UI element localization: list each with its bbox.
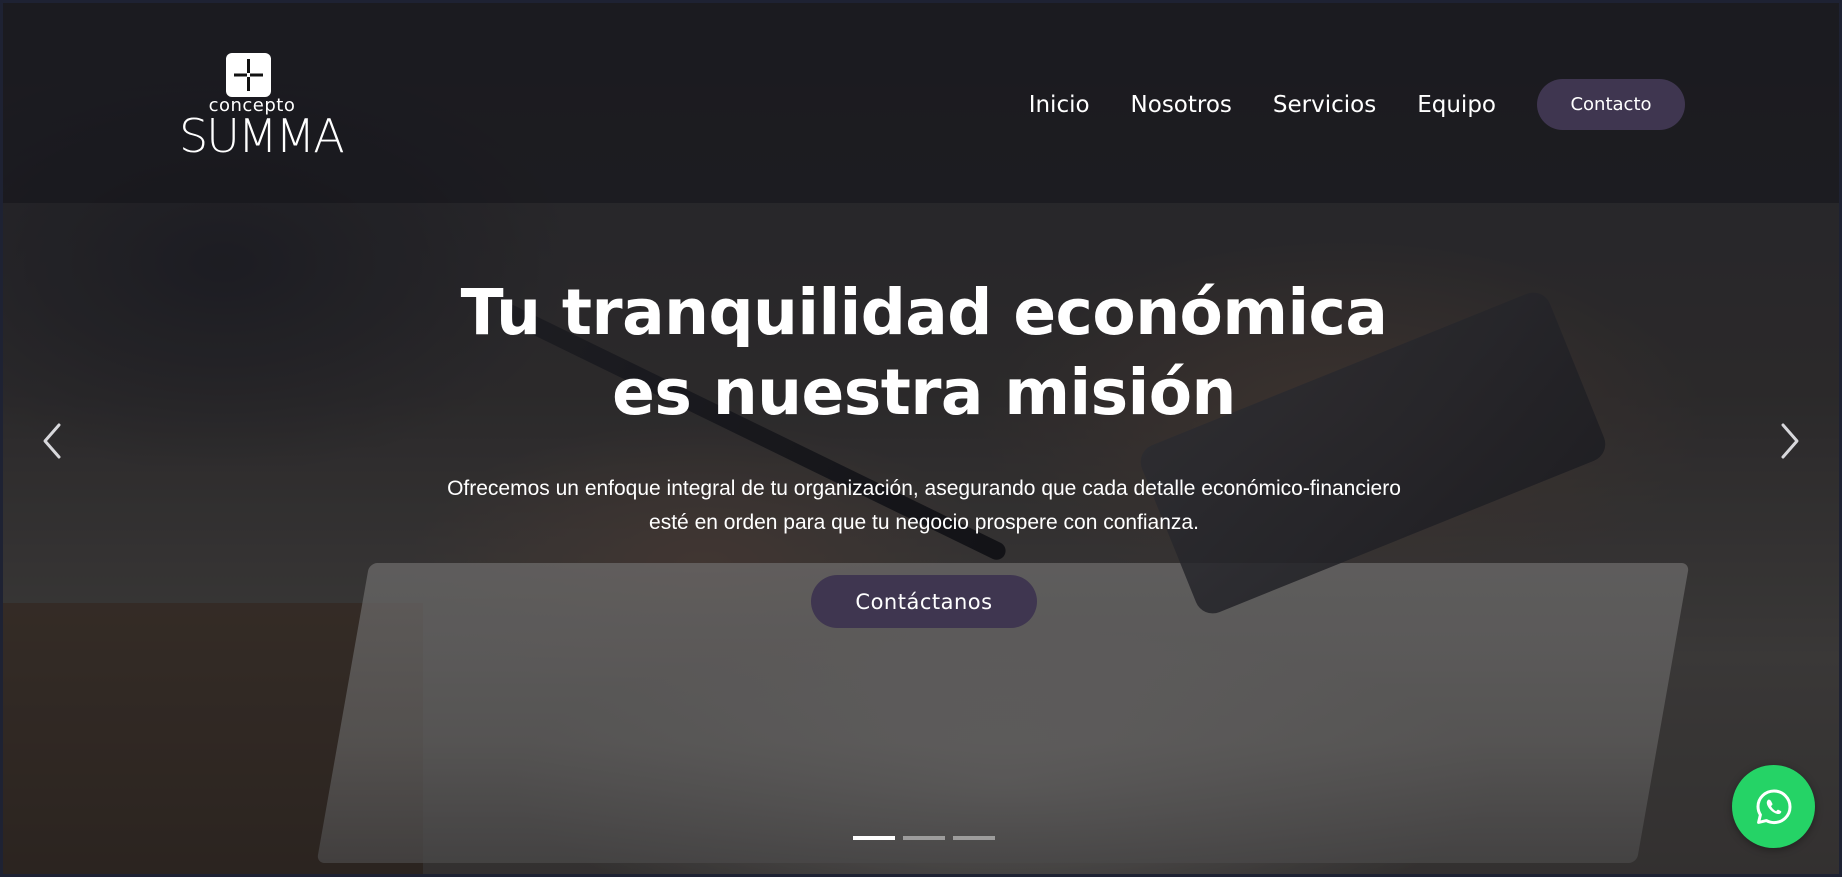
- nav-item-equipo[interactable]: Equipo: [1417, 92, 1496, 118]
- nav-contact-button[interactable]: Contacto: [1537, 79, 1685, 130]
- logo-mark-icon: [226, 53, 271, 97]
- carousel-indicator[interactable]: [853, 836, 895, 840]
- carousel-indicators: [853, 836, 995, 840]
- hero-subtitle: Ofrecemos un enfoque integral de tu orga…: [447, 477, 1401, 534]
- brand-logo[interactable]: concepto SUMMA: [179, 51, 345, 163]
- carousel-prev-button[interactable]: [33, 419, 73, 463]
- hero-contact-button[interactable]: Contáctanos: [811, 575, 1037, 628]
- page-viewport: Tu tranquilidad económica es nuestra mis…: [0, 0, 1842, 877]
- carousel-next-button[interactable]: [1769, 419, 1809, 463]
- chevron-right-icon: [1781, 423, 1799, 459]
- nav-item-inicio[interactable]: Inicio: [1029, 92, 1090, 118]
- site-header: concepto SUMMA Inicio Nosotros Servicios…: [3, 3, 1839, 203]
- carousel-indicator[interactable]: [903, 836, 945, 840]
- nav-item-servicios[interactable]: Servicios: [1273, 92, 1376, 118]
- whatsapp-button[interactable]: [1732, 765, 1815, 848]
- main-nav: Inicio Nosotros Servicios Equipo Contact…: [1029, 79, 1685, 130]
- chevron-left-icon: [43, 423, 61, 459]
- nav-item-nosotros[interactable]: Nosotros: [1131, 92, 1232, 118]
- hero-title: Tu tranquilidad económica es nuestra mis…: [460, 276, 1388, 429]
- logo-text-big: SUMMA: [179, 109, 345, 163]
- whatsapp-icon: [1756, 789, 1791, 824]
- carousel-indicator[interactable]: [953, 836, 995, 840]
